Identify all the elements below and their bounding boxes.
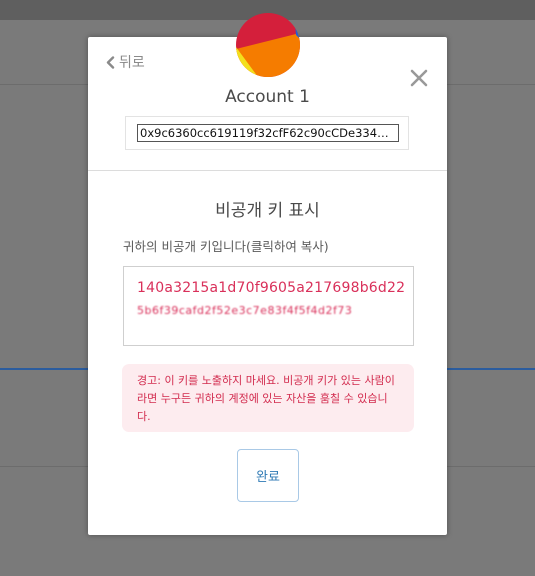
copy-instruction: 귀하의 비공개 키입니다(클릭하여 복사) bbox=[123, 239, 329, 254]
chevron-left-icon bbox=[106, 55, 115, 69]
close-button[interactable] bbox=[409, 68, 429, 88]
section-divider bbox=[88, 170, 447, 171]
done-button[interactable]: 완료 bbox=[237, 449, 299, 502]
address-container: 0x9c6360cc619119f32cfF62c90cCDe334… bbox=[125, 116, 409, 150]
back-label: 뒤로 bbox=[119, 55, 145, 71]
account-avatar-icon bbox=[236, 13, 300, 77]
export-private-key-modal: 뒤로 Account 1 0x9c6360cc619119f32cfF62c90… bbox=[88, 37, 447, 535]
account-address-field[interactable]: 0x9c6360cc619119f32cfF62c90cCDe334… bbox=[137, 124, 399, 142]
close-icon bbox=[410, 69, 428, 87]
private-key-line-2: 5b6f39cafd2f52e3c7e83f4f5f4d2f73 bbox=[137, 304, 353, 317]
warning-message: 경고: 이 키를 노출하지 마세요. 비공개 키가 있는 사람이라면 누구든 귀… bbox=[122, 364, 414, 432]
section-title: 비공개 키 표시 bbox=[215, 201, 320, 221]
private-key-line-1: 140a3215a1d70f9605a217698b6d22 bbox=[137, 280, 406, 296]
back-button[interactable]: 뒤로 bbox=[106, 52, 145, 72]
account-name: Account 1 bbox=[225, 87, 310, 107]
private-key-box[interactable]: 140a3215a1d70f9605a217698b6d22 5b6f39caf… bbox=[123, 266, 414, 346]
